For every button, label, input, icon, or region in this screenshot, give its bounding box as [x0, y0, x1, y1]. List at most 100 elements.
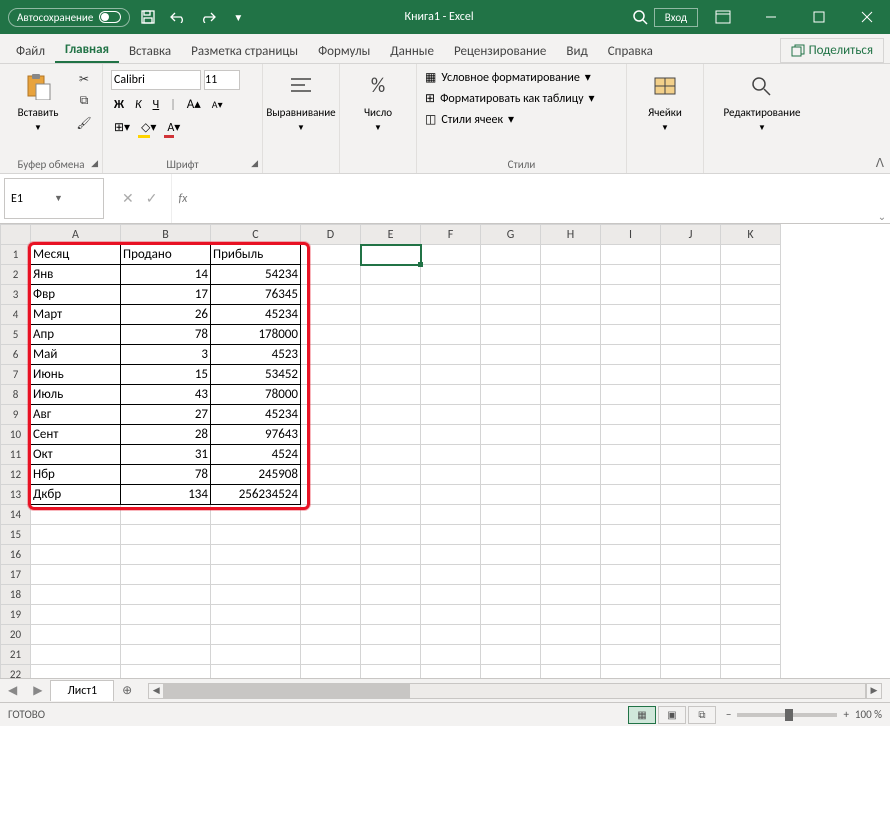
cell[interactable]: 78 [121, 465, 211, 485]
cell[interactable] [661, 545, 721, 565]
cell[interactable] [481, 345, 541, 365]
cell[interactable]: 43 [121, 385, 211, 405]
cell[interactable] [541, 365, 601, 385]
cell[interactable] [601, 405, 661, 425]
collapse-ribbon-icon[interactable]: ᐱ [876, 156, 884, 171]
cell[interactable] [31, 525, 121, 545]
cell[interactable] [481, 305, 541, 325]
dialog-launcher-icon[interactable]: ◢ [251, 158, 258, 169]
cell[interactable] [721, 625, 781, 645]
cell[interactable] [211, 625, 301, 645]
cell[interactable] [421, 665, 481, 679]
cell[interactable] [601, 645, 661, 665]
cell[interactable] [601, 265, 661, 285]
cell[interactable]: 27 [121, 405, 211, 425]
cell[interactable]: Май [31, 345, 121, 365]
cell[interactable] [361, 405, 421, 425]
cell[interactable] [481, 365, 541, 385]
cell[interactable] [661, 485, 721, 505]
cell[interactable] [361, 485, 421, 505]
cell[interactable] [601, 365, 661, 385]
row-header[interactable]: 14 [1, 505, 31, 525]
cell[interactable] [361, 245, 421, 265]
cell[interactable]: 3 [121, 345, 211, 365]
cell[interactable] [121, 565, 211, 585]
cell[interactable] [301, 485, 361, 505]
sign-in-button[interactable]: Вход [654, 8, 698, 27]
cell[interactable] [211, 645, 301, 665]
name-box[interactable]: E1▼ [4, 178, 104, 219]
cell[interactable]: Прибыль [211, 245, 301, 265]
cell[interactable] [541, 285, 601, 305]
cell[interactable] [661, 245, 721, 265]
cell[interactable] [541, 445, 601, 465]
sheet-nav-next-icon[interactable]: ▶ [25, 683, 50, 698]
cell[interactable] [301, 545, 361, 565]
copy-icon[interactable]: ⧉ [74, 92, 94, 110]
cell[interactable] [421, 485, 481, 505]
cell[interactable]: 78 [121, 325, 211, 345]
cell[interactable] [601, 505, 661, 525]
cell[interactable] [421, 645, 481, 665]
cell[interactable] [31, 605, 121, 625]
cell[interactable]: Нбр [31, 465, 121, 485]
zoom-out-icon[interactable]: − [726, 708, 731, 721]
cell[interactable] [301, 245, 361, 265]
bold-button[interactable]: Ж [111, 97, 127, 113]
cell[interactable] [121, 605, 211, 625]
close-button[interactable] [844, 0, 890, 34]
cell[interactable]: Апр [31, 325, 121, 345]
row-header[interactable]: 15 [1, 525, 31, 545]
view-page-break-icon[interactable]: ⧉ [688, 706, 716, 724]
cell[interactable] [301, 585, 361, 605]
cell[interactable] [31, 565, 121, 585]
cell[interactable]: 256234524 [211, 485, 301, 505]
row-header[interactable]: 3 [1, 285, 31, 305]
cell-styles-button[interactable]: ◫Стили ячеек ▾ [425, 112, 618, 127]
cell[interactable] [721, 385, 781, 405]
row-header[interactable]: 11 [1, 445, 31, 465]
cell[interactable] [541, 505, 601, 525]
cell[interactable]: Июль [31, 385, 121, 405]
cell[interactable] [31, 585, 121, 605]
cell[interactable] [661, 325, 721, 345]
cell[interactable] [661, 265, 721, 285]
cell[interactable] [31, 545, 121, 565]
cell[interactable] [541, 545, 601, 565]
cell[interactable]: 97643 [211, 425, 301, 445]
paste-button[interactable]: Вставить ▼ [8, 70, 68, 133]
cell[interactable] [601, 485, 661, 505]
cell[interactable] [481, 545, 541, 565]
cell[interactable]: Дкбр [31, 485, 121, 505]
cell[interactable] [541, 645, 601, 665]
cell[interactable] [301, 285, 361, 305]
cell[interactable] [601, 445, 661, 465]
cell[interactable] [301, 265, 361, 285]
cell[interactable] [481, 665, 541, 679]
cell[interactable]: 178000 [211, 325, 301, 345]
cell[interactable] [721, 305, 781, 325]
row-header[interactable]: 20 [1, 625, 31, 645]
cell[interactable] [721, 465, 781, 485]
cell[interactable] [481, 485, 541, 505]
cells-button[interactable]: Ячейки▼ [635, 70, 695, 133]
cell[interactable] [31, 645, 121, 665]
cell[interactable] [301, 605, 361, 625]
cell[interactable] [601, 525, 661, 545]
cell[interactable]: 76345 [211, 285, 301, 305]
cell[interactable] [481, 405, 541, 425]
cell[interactable]: 28 [121, 425, 211, 445]
cell[interactable] [721, 525, 781, 545]
tab-view[interactable]: Вид [556, 38, 597, 63]
view-page-layout-icon[interactable]: ▣ [658, 706, 686, 724]
cell[interactable] [481, 625, 541, 645]
column-header[interactable]: H [541, 225, 601, 245]
cell[interactable] [601, 605, 661, 625]
cell[interactable]: Июнь [31, 365, 121, 385]
tab-data[interactable]: Данные [380, 38, 444, 63]
cell[interactable] [361, 305, 421, 325]
cell[interactable] [481, 245, 541, 265]
cell[interactable] [721, 505, 781, 525]
column-header[interactable]: C [211, 225, 301, 245]
cell[interactable] [601, 345, 661, 365]
